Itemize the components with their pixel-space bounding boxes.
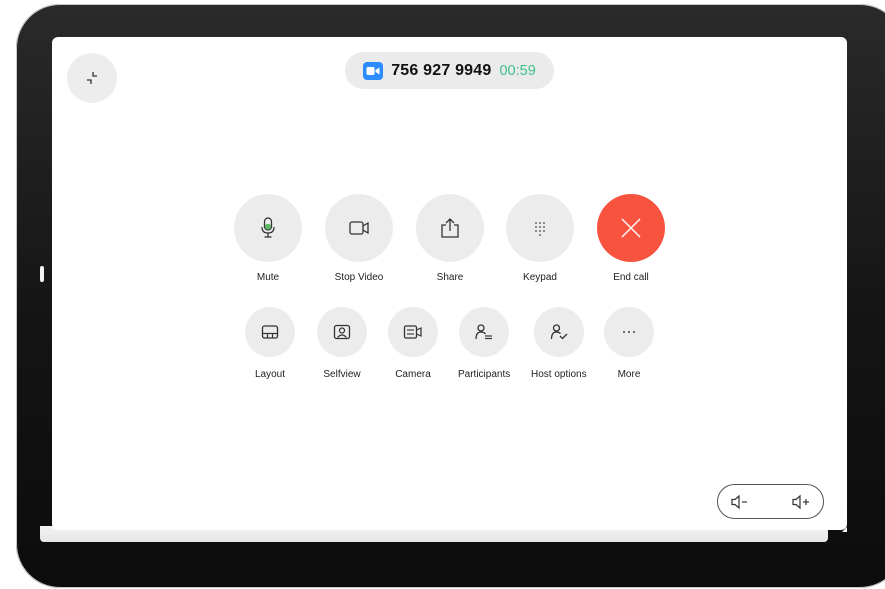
participants-icon: [475, 324, 493, 340]
minimize-icon: [87, 72, 97, 84]
minimize-button[interactable]: [67, 53, 117, 103]
meeting-number: 756 927 9949: [391, 61, 492, 79]
video-call-icon: [363, 61, 384, 80]
more-label: More: [617, 369, 641, 380]
call-info-pill: 756 927 9949 00:59: [345, 52, 554, 89]
more-icon: [623, 331, 635, 333]
mute-button[interactable]: Mute: [234, 194, 302, 283]
layout-label: Layout: [254, 369, 286, 380]
volume-down-icon[interactable]: [730, 494, 750, 510]
keypad-button[interactable]: Keypad: [506, 194, 574, 283]
end-call-button[interactable]: End call: [597, 194, 665, 283]
selfview-label: Selfview: [323, 369, 361, 380]
device-side-indicator: [40, 266, 44, 282]
participants-label: Participants: [458, 369, 511, 380]
microphone-icon: [261, 217, 275, 238]
share-button[interactable]: Share: [416, 194, 484, 283]
camera-label: Camera: [395, 369, 431, 380]
resize-corner: [842, 527, 847, 532]
keypad-label: Keypad: [523, 272, 557, 283]
host-options-button[interactable]: Host options: [531, 307, 587, 380]
selfview-icon: [333, 324, 351, 340]
stop-video-label: Stop Video: [334, 272, 384, 283]
stop-video-button[interactable]: Stop Video: [325, 194, 393, 283]
share-label: Share: [436, 272, 464, 283]
selfview-button[interactable]: Selfview: [317, 307, 367, 380]
layout-button[interactable]: Layout: [245, 307, 295, 380]
keypad-icon: [535, 222, 545, 236]
volume-up-icon[interactable]: [791, 494, 811, 510]
layout-icon: [261, 325, 279, 339]
host-options-icon: [550, 324, 568, 340]
close-icon: [621, 218, 641, 238]
call-timer: 00:59: [499, 62, 536, 79]
call-screen: 756 927 9949 00:59 Mute Stop Video Share…: [52, 37, 847, 530]
share-icon: [441, 218, 459, 238]
host-options-label: Host options: [531, 369, 587, 380]
video-camera-icon: [349, 221, 369, 235]
more-button[interactable]: More: [604, 307, 654, 380]
camera-control-icon: [403, 325, 422, 339]
camera-button[interactable]: Camera: [388, 307, 438, 380]
mute-label: Mute: [256, 272, 280, 283]
end-call-label: End call: [613, 272, 649, 283]
participants-button[interactable]: Participants: [458, 307, 510, 380]
volume-control: [717, 484, 824, 519]
